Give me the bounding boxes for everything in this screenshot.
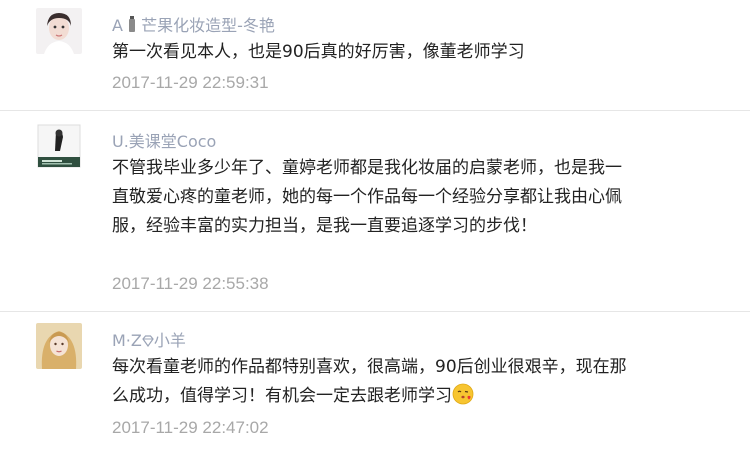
comment-item: A 芒果化妆造型-冬艳 第一次看见本人，也是90后真的好厉害，像董老师学习 20… (0, 0, 750, 111)
comment-timestamp: 2017-11-29 22:59:31 (112, 73, 269, 92)
comment-text: 不管我毕业多少年了、童婷老师都是我化妆届的启蒙老师，也是我一直敬爱心疼的童老师，… (112, 158, 622, 236)
comment-item: U.美课堂Coco 不管我毕业多少年了、童婷老师都是我化妆届的启蒙老师，也是我一… (0, 111, 750, 312)
comment-text: 每次看童老师的作品都特别喜欢，很高端，90后创业很艰辛，现在那么成功，值得学习！… (112, 357, 627, 406)
user-avatar[interactable] (36, 123, 82, 169)
bottle-icon (129, 16, 136, 32)
user-avatar[interactable] (36, 323, 82, 369)
comment-timestamp: 2017-11-29 22:47:02 (112, 418, 269, 437)
user-avatar[interactable] (36, 8, 82, 54)
kiss-emoji-icon (452, 383, 474, 405)
username[interactable]: A 芒果化妆造型-冬艳 (112, 12, 275, 36)
username[interactable]: M·Z 小羊 (112, 327, 186, 351)
username[interactable]: U.美课堂Coco (112, 128, 216, 152)
comment-timestamp: 2017-11-29 22:55:38 (112, 274, 269, 293)
diamond-icon (142, 335, 154, 347)
comment-item: M·Z 小羊 每次看童老师的作品都特别喜欢，很高端，90后创业很艰辛，现在那么成… (0, 312, 750, 450)
comment-text: 第一次看见本人，也是90后真的好厉害，像董老师学习 (112, 42, 525, 62)
